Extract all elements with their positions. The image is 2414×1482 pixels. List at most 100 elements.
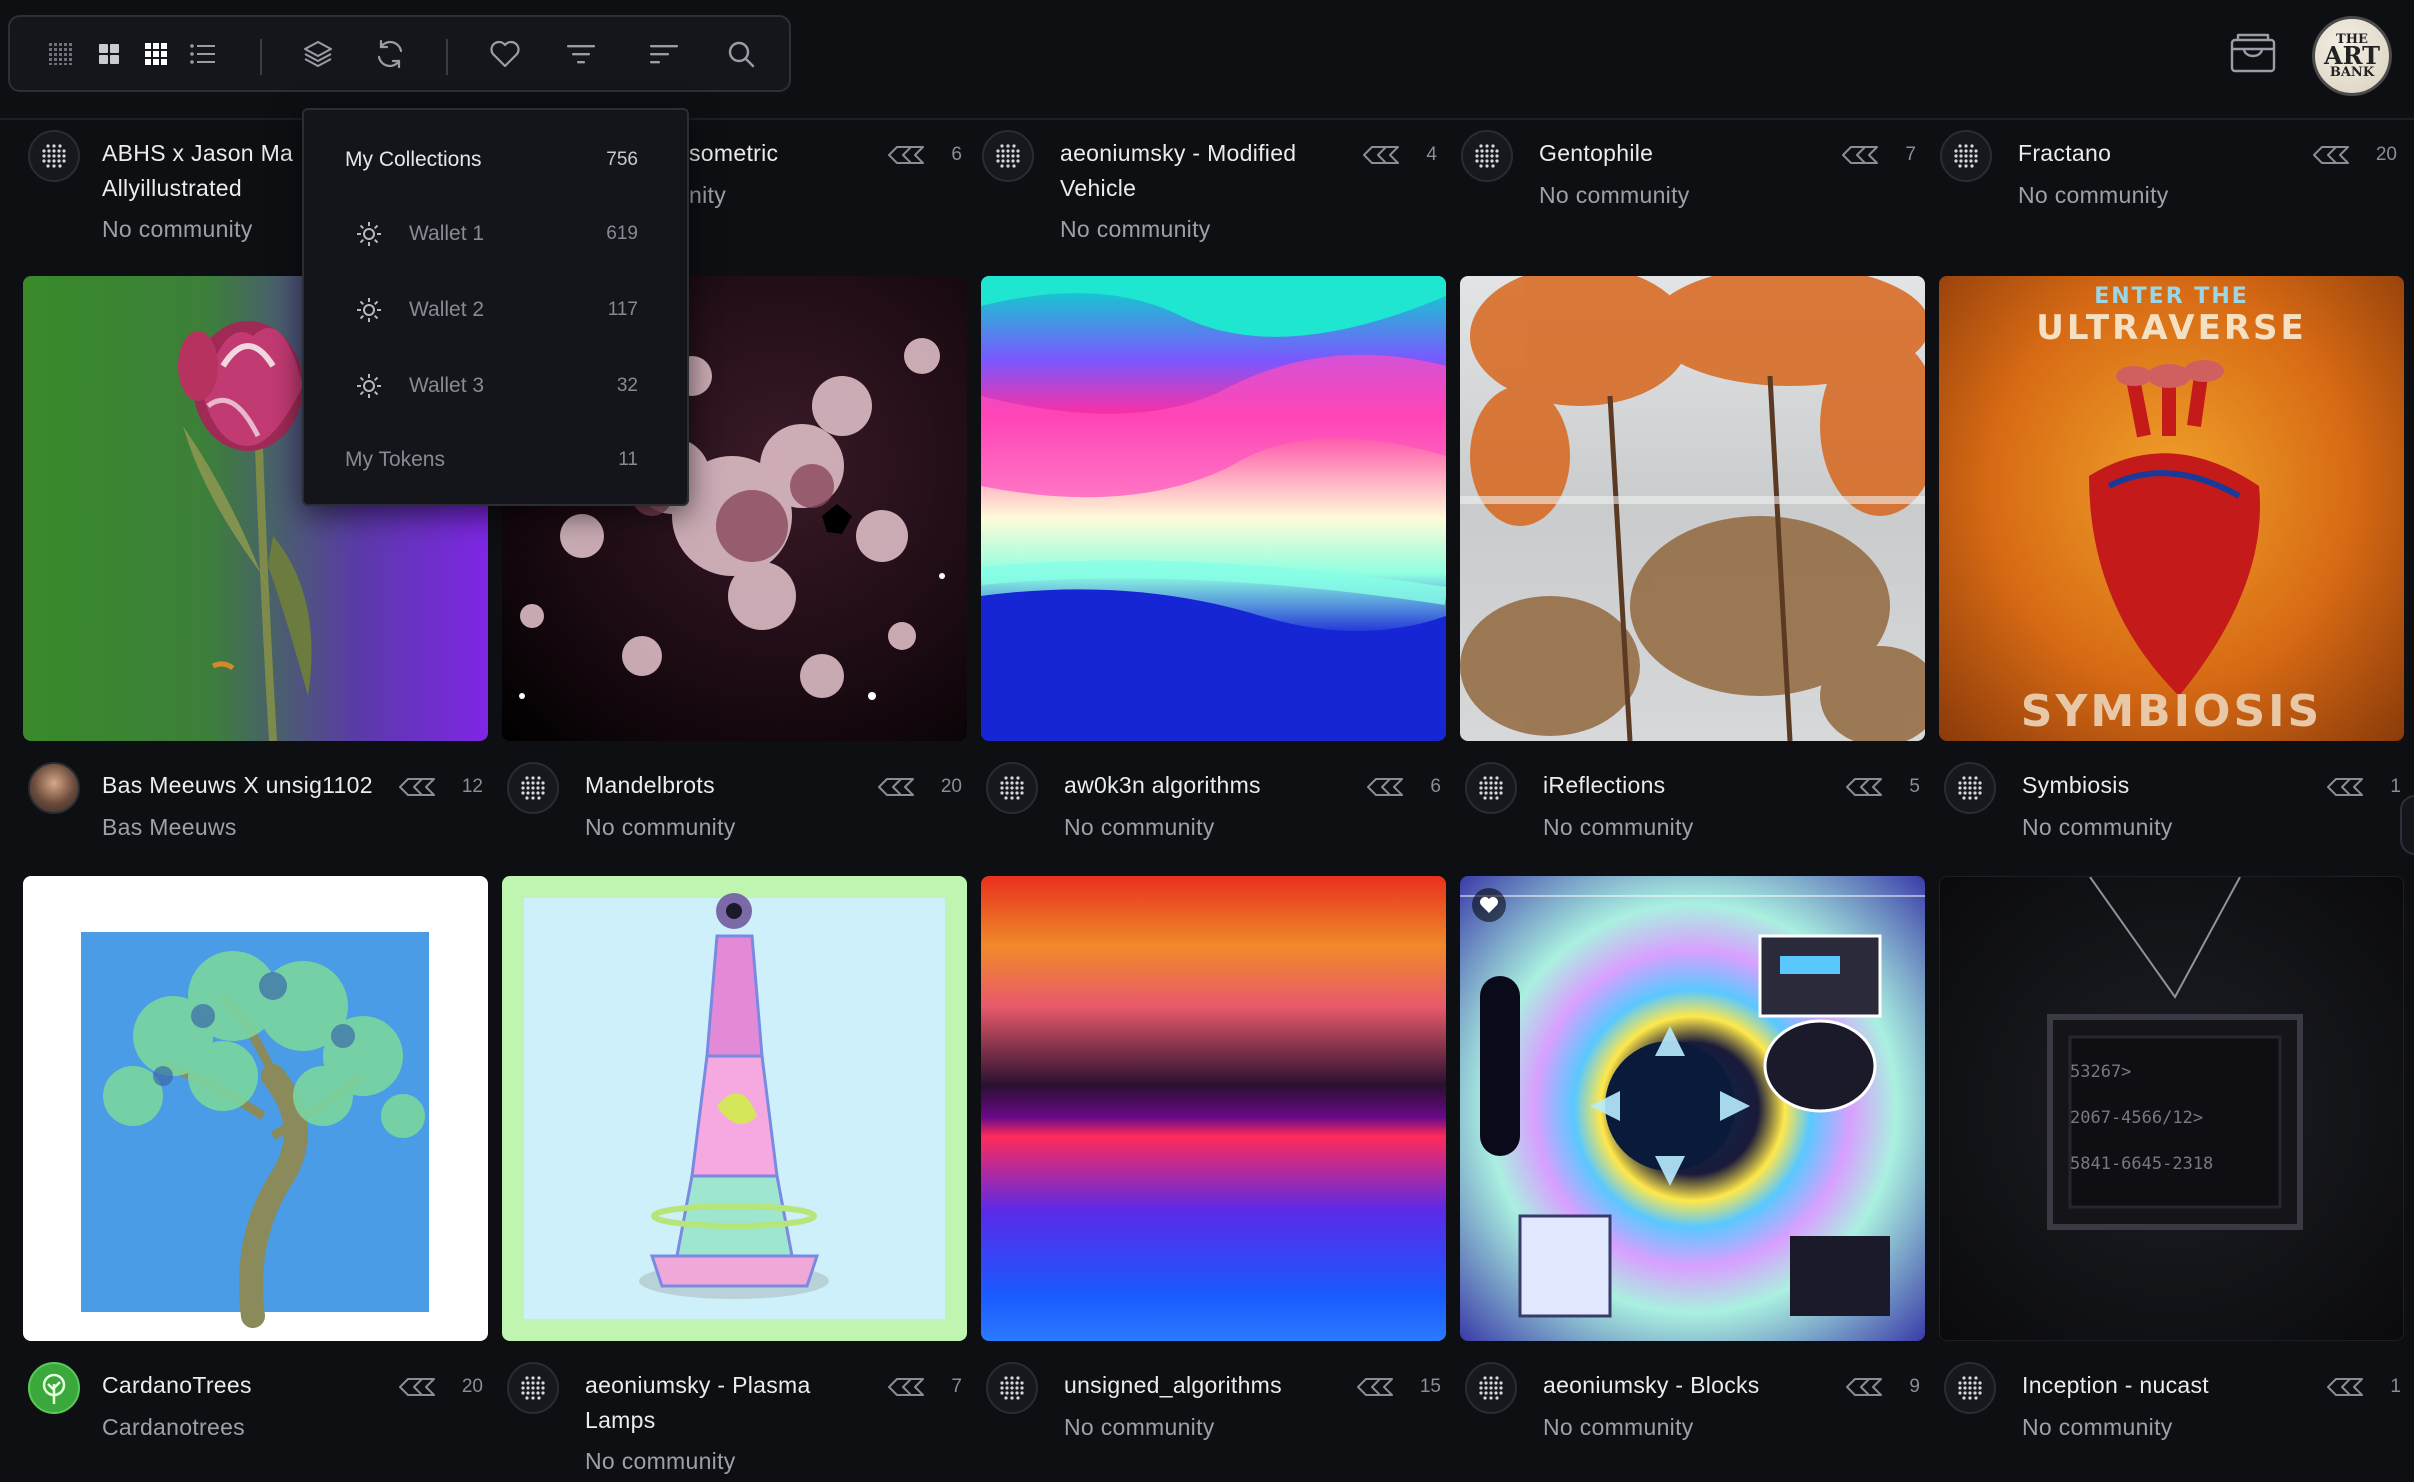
layers-icon[interactable]	[296, 32, 340, 76]
collection-card[interactable]: aw0k3n algorithms No community 6	[986, 762, 1451, 872]
item-count: 1	[2326, 1376, 2401, 1398]
artwork-caption: ULTRAVERSE	[2036, 308, 2307, 348]
artwork-thumbnail[interactable]	[1460, 876, 1925, 1341]
item-count-value: 6	[951, 144, 962, 165]
sort-icon[interactable]	[642, 32, 686, 76]
item-count: 5	[1845, 776, 1920, 798]
filter-icon[interactable]	[559, 32, 603, 76]
item-count-value: 20	[2375, 144, 2397, 165]
art-bank-logo[interactable]: THE ART BANK	[2312, 16, 2392, 96]
item-count-value: 15	[1419, 1376, 1441, 1397]
collection-card[interactable]: iReflections No community 5	[1465, 762, 1930, 872]
scroll-next-handle[interactable]	[2400, 795, 2414, 855]
dropdown-item-count: 619	[606, 223, 638, 244]
logo-line: ART	[2323, 41, 2380, 71]
item-count: 6	[1366, 776, 1441, 798]
collection-card[interactable]: Mandelbrots No community 20	[507, 762, 972, 872]
artwork-thumbnail[interactable]	[981, 276, 1446, 741]
dropdown-item-my-tokens[interactable]: My Tokens 11	[304, 430, 687, 490]
collection-card[interactable]: Fractano No community 20	[1940, 130, 2405, 240]
collection-avatar-icon	[1940, 130, 1992, 182]
collection-card[interactable]: Inception - nucast No community 1	[1944, 1362, 2409, 1472]
dropdown-item-wallet[interactable]: Wallet 3 32	[304, 356, 687, 416]
item-count: 15	[1356, 1376, 1441, 1398]
collection-community: No community	[1064, 1414, 1215, 1440]
stack-icon	[2327, 778, 2364, 796]
collection-avatar-icon	[1465, 1362, 1517, 1414]
stack-icon	[1356, 1378, 1393, 1396]
collection-community: Cardanotrees	[102, 1414, 245, 1440]
blocks-artwork-icon	[1460, 895, 1925, 1318]
collection-avatar-icon	[1944, 762, 1996, 814]
collections-dropdown: My Collections 756 Wallet 1 619 Wallet 2…	[302, 108, 689, 506]
collection-community: No community	[585, 814, 736, 840]
stack-icon	[398, 1378, 435, 1396]
collection-title: iReflections	[1543, 772, 1666, 798]
collection-card[interactable]: Gentophile No community 7	[1461, 130, 1926, 240]
grid-small-icon[interactable]	[134, 32, 178, 76]
collection-card[interactable]: aeoniumsky - Blocks No community 9	[1465, 1362, 1930, 1472]
item-count-value: 5	[1909, 776, 1920, 797]
search-icon[interactable]	[719, 32, 763, 76]
item-count-value: 7	[1905, 144, 1916, 165]
artwork-thumbnail[interactable]	[23, 876, 488, 1341]
collection-community: No community	[1543, 1414, 1694, 1440]
refresh-icon[interactable]	[368, 32, 412, 76]
grid-large-icon[interactable]	[87, 32, 131, 76]
toolbar-divider	[446, 39, 448, 75]
item-count: 12	[398, 776, 483, 798]
collection-title: Fractano	[2018, 140, 2112, 166]
list-view-icon[interactable]	[181, 32, 225, 76]
view-toolbar	[8, 15, 791, 92]
artwork-thumbnail[interactable]	[1460, 276, 1925, 741]
item-count-value: 4	[1426, 144, 1437, 165]
artwork-thumbnail[interactable]: ENTER THE ULTRAVERSE SYMBIOSIS	[1939, 276, 2404, 741]
collection-avatar-icon	[507, 1362, 559, 1414]
favorite-heart-icon[interactable]	[1472, 888, 1506, 922]
collection-card[interactable]: aeoniumsky - Plasma Lamps No community 7	[507, 1362, 972, 1474]
collection-title: Gentophile	[1539, 140, 1654, 166]
collection-title: aeoniumsky - Blocks	[1543, 1372, 1760, 1398]
item-count-value: 1	[2390, 776, 2401, 797]
collection-community: No community	[2022, 1414, 2173, 1440]
item-count-value: 12	[461, 776, 483, 797]
stack-icon	[888, 1378, 925, 1396]
item-count: 7	[1841, 144, 1916, 166]
item-count: 20	[2312, 144, 2397, 166]
collection-community: No community	[1064, 814, 1215, 840]
collection-community: No community	[1543, 814, 1694, 840]
dropdown-item-my-collections[interactable]: My Collections 756	[304, 130, 687, 190]
collection-avatar-icon	[1461, 130, 1513, 182]
collection-card[interactable]: unsigned_algorithms No community 15	[986, 1362, 1451, 1472]
collection-card[interactable]: Bas Meeuws X unsig1102 Bas Meeuws 12	[28, 762, 493, 872]
item-count-value: 9	[1909, 1376, 1920, 1397]
artwork-thumbnail[interactable]	[981, 876, 1446, 1341]
grid-dense-icon[interactable]	[38, 32, 82, 76]
wallet-icon[interactable]	[2228, 28, 2278, 78]
collection-avatar-icon	[986, 762, 1038, 814]
collection-title: Symbiosis	[2022, 772, 2130, 798]
artwork-thumbnail[interactable]	[502, 876, 967, 1341]
wallet-sun-icon	[357, 374, 381, 398]
dropdown-item-wallet[interactable]: Wallet 2 117	[304, 280, 687, 340]
toolbar-divider	[260, 39, 262, 75]
collection-title: Mandelbrots	[585, 772, 715, 798]
collection-card[interactable]: aeoniumsky - Modified Vehicle No communi…	[982, 130, 1447, 242]
dropdown-item-label: Wallet 3	[409, 374, 485, 397]
code-line: 53267>	[2070, 1062, 2132, 1082]
stack-icon	[1363, 146, 1400, 164]
item-count: 1	[2326, 776, 2401, 798]
collection-card[interactable]: CardanoTrees Cardanotrees 20	[28, 1362, 493, 1472]
reflection-artwork-icon	[1460, 276, 1925, 741]
collection-title: Bas Meeuws X unsig1102	[102, 772, 373, 798]
logo-line: BANK	[2329, 64, 2375, 80]
collection-card[interactable]: Symbiosis No community 1	[1944, 762, 2409, 872]
collection-community: No community	[1060, 216, 1211, 242]
wallet-sun-icon	[357, 222, 381, 246]
artwork-thumbnail[interactable]: 53267> 2067-4566/12> 5841-6645-2318	[1939, 876, 2404, 1341]
item-count-value: 20	[940, 776, 962, 797]
heart-icon[interactable]	[483, 32, 527, 76]
top-bar: THE ART BANK	[0, 0, 2414, 120]
dropdown-item-wallet[interactable]: Wallet 1 619	[304, 204, 687, 264]
cardano-tree-artwork-icon	[103, 951, 425, 1328]
